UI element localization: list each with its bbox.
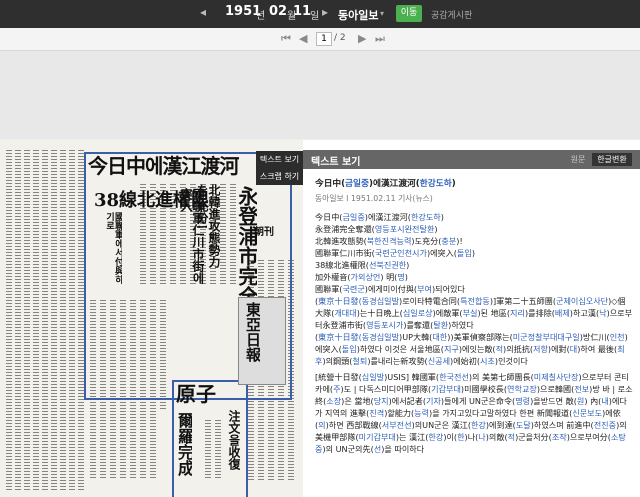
last-page-icon[interactable]: ⏭ xyxy=(375,32,385,46)
headline-line: 永登浦完全奪還(영등포시완전탈환) xyxy=(315,224,438,234)
article-paragraph: (東京十日發(동경십일발)로이타特電合同(특전합동)]軍第二十五師團(군제이십오… xyxy=(315,296,633,330)
prev-date-button[interactable]: ◂ xyxy=(200,5,206,19)
headline-main: 今日中에漢江渡河 xyxy=(88,154,239,178)
month-value[interactable]: 02 xyxy=(269,4,287,19)
day-unit: 일 xyxy=(310,11,320,22)
text-view-tab[interactable]: 텍스트 보기 xyxy=(256,151,303,168)
headline-line: 加外權音(가외상언) 明(명) xyxy=(315,272,408,282)
viewer-tab-group: 텍스트 보기 스크랩 하기 xyxy=(256,151,303,185)
chevron-down-icon[interactable]: ▾ xyxy=(380,9,384,18)
current-page-input[interactable]: 1 xyxy=(316,32,332,46)
newspaper-masthead: 東亞日報 xyxy=(238,297,286,385)
year-unit: 년 xyxy=(256,11,266,22)
next-page-icon[interactable]: ▶ xyxy=(358,32,366,45)
prev-page-icon[interactable]: ◀ xyxy=(299,32,307,45)
original-button[interactable]: 원문 xyxy=(566,153,590,166)
page-navigation: ⏮ ◀ 1 / 2 ▶ ⏭ xyxy=(0,28,640,51)
headline-incheon: 國聯軍仁川市街에突入 xyxy=(180,188,204,284)
headline-line: 國聯軍(국련군)에게미이付與(부여)되어있다 xyxy=(315,284,465,294)
headline-line: 北韓進攻態勢(북한진격능력)도充分(충분)! xyxy=(315,236,463,246)
newspaper-page-image[interactable]: 今日中에漢江渡河 永登浦市完全奪還 38線北進權限 國聯軍에서付與하기로 北韓進… xyxy=(0,140,303,497)
edition-label: 朝刊 xyxy=(254,227,274,238)
newspaper-select[interactable]: 동아일보 xyxy=(338,7,378,23)
headline-complete: 爾羅完成 xyxy=(176,412,192,476)
masthead-title: 東亞日報 xyxy=(245,302,260,362)
headline-un-grant: 國聯軍에서付與하기로 xyxy=(104,212,122,284)
next-date-button[interactable]: ▸ xyxy=(322,5,328,19)
article-title: 今日中(금일중)에漢江渡河(한강도하) xyxy=(315,179,456,189)
article-text: 今日中(금일중)에漢江渡河(한강도하) 동아일보 I 1951.02.11 기사… xyxy=(315,178,633,455)
share-board-link[interactable]: 공감게시판 xyxy=(431,8,472,21)
headline-recovery: 注文을收復 xyxy=(228,410,240,470)
move-button[interactable]: 이동 xyxy=(396,5,422,22)
page-total: / 2 xyxy=(334,33,346,43)
article-paragraph: (東京十日發(동경십일발)UP大韓(대한))美軍偵察部隊는(미군정찰부대대구일)… xyxy=(315,332,628,366)
reader-header: 텍스트 보기 원문 한글변환 xyxy=(303,150,640,169)
article-meta: 동아일보 I 1951.02.11 기사(뉴스) xyxy=(315,194,433,203)
first-page-icon[interactable]: ⏮ xyxy=(281,32,291,46)
top-bar: ◂ 1951 년 02 월 11 일 ▸ 동아일보 ▾ 이동 공감게시판 xyxy=(0,0,640,28)
headline-line: 38線北進權限(선북진권한) xyxy=(315,260,410,270)
hangul-convert-button[interactable]: 한글변환 xyxy=(592,153,632,166)
headline-atom: 原子 xyxy=(176,382,216,406)
headline-line: 今日中(금일중)에漢江渡河(한강도하) xyxy=(315,212,444,222)
text-reader-panel: 텍스트 보기 원문 한글변환 今日中(금일중)에漢江渡河(한강도하) 동아일보 … xyxy=(303,140,640,497)
reader-title: 텍스트 보기 xyxy=(311,157,361,168)
article-paragraph: [統營十日發(십일발)USIS] 韓國軍(한국전선)의 美第七師團長(미제칠사단… xyxy=(315,372,633,454)
scrap-tab[interactable]: 스크랩 하기 xyxy=(256,168,303,185)
viewer-background xyxy=(0,51,640,139)
headline-line: 國聯軍仁川市街(국련군인천시가)에突入(돌입) xyxy=(315,248,475,258)
day-value[interactable]: 11 xyxy=(293,4,311,19)
